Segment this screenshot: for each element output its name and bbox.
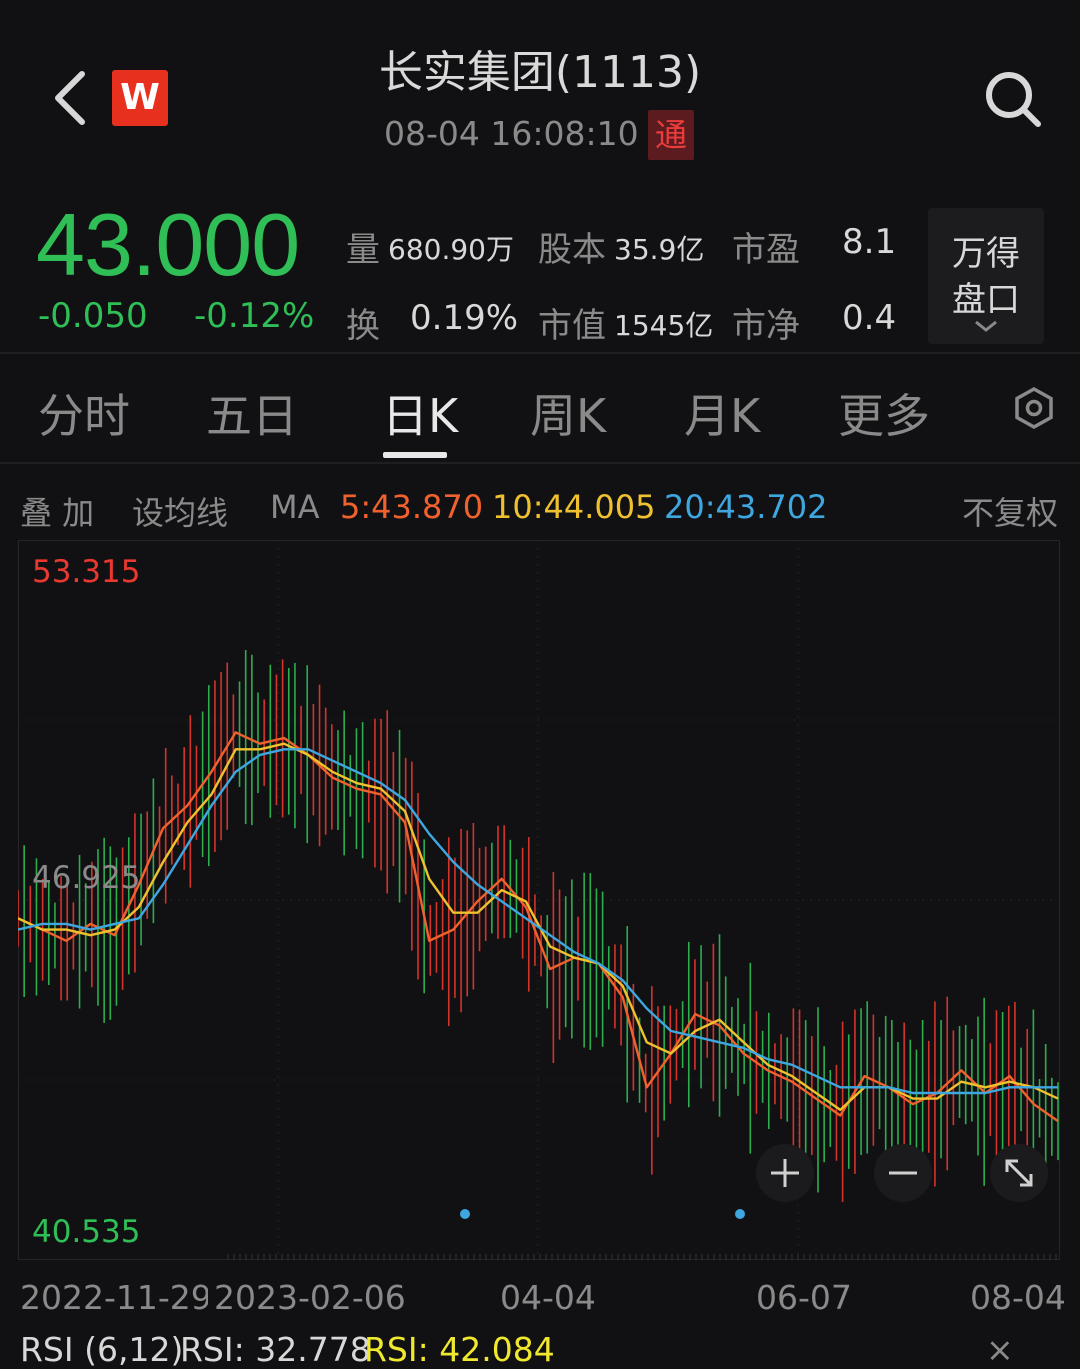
wind-button-line1: 万得 [952,234,1020,274]
close-icon[interactable]: × [986,1330,1014,1369]
ma-label: MA [270,488,320,526]
search-icon[interactable] [982,68,1044,130]
price-change: -0.050 [38,296,148,336]
rsi-label: RSI (6,12) [20,1330,184,1369]
quote-datetime: 08-04 16:08:10 [384,114,639,153]
tab-daily-k[interactable]: 日K [382,380,458,446]
capital-value: 35.9亿 [614,233,705,266]
ma5-value: 5:43.870 [340,488,484,526]
mcap-label: 市值 [538,306,606,346]
pe-label: 市盈 [732,230,800,270]
pb-label: 市净 [732,306,800,346]
rsi2-value: RSI: 42.084 [364,1330,555,1369]
x-label: 2023-02-06 [208,1278,406,1317]
wind-button-line2: 盘口 [952,280,1020,320]
x-label: 08-04 [970,1278,1066,1317]
expand-icon [1005,1159,1033,1187]
rsi1-value: RSI: 32.778 [180,1330,371,1369]
tab-monthly-k[interactable]: 月K [684,380,760,446]
adjust-type-button[interactable]: 不复权 [962,488,1058,534]
pb-value: 0.4 [842,298,897,338]
tab-more[interactable]: 更多 [838,380,930,446]
event-marker[interactable] [460,1209,470,1219]
volume-label: 量 [346,230,380,270]
zoom-out-button[interactable] [874,1144,932,1202]
ma20-value: 20:43.702 [664,488,828,526]
connect-badge: 通 [648,110,694,160]
ma20-line [18,748,1058,1095]
tab-five-day[interactable]: 五日 [206,380,298,446]
tab-weekly-k[interactable]: 周K [530,380,606,446]
overlay-button[interactable]: 叠 加 [20,488,94,534]
last-price: 43.000 [36,195,300,294]
plus-icon [771,1159,799,1187]
active-tab-indicator [383,452,447,458]
divider [0,462,1080,464]
status-bar [0,0,1080,18]
divider [0,352,1080,354]
capital-label: 股本 [538,230,606,270]
pe-value: 8.1 [842,222,897,262]
minus-icon [889,1171,917,1175]
tab-intraday[interactable]: 分时 [38,380,130,446]
ma10-value: 10:44.005 [492,488,656,526]
settings-icon[interactable] [1012,386,1056,430]
zoom-in-button[interactable] [756,1144,814,1202]
ma-lines [18,731,1059,1123]
turnover-value: 0.19% [410,298,519,338]
volume-value: 680.90万 [388,233,514,266]
x-label: 2022-11-29 [20,1278,212,1317]
page-title: 长实集团(1113) [378,47,702,98]
chevron-down-icon [975,320,997,332]
mcap-value: 1545亿 [614,309,714,342]
y-min-label: 40.535 [32,1214,141,1250]
fullscreen-button[interactable] [990,1144,1048,1202]
turnover-label: 换 [346,306,380,346]
y-max-label: 53.315 [32,554,141,590]
x-label: 04-04 [500,1278,596,1317]
event-marker[interactable] [735,1209,745,1219]
y-mid-label: 46.925 [32,860,141,896]
set-ma-button[interactable]: 设均线 [132,488,228,534]
x-label: 06-07 [756,1278,852,1317]
wind-orderbook-button[interactable]: 万得 盘口 [928,208,1044,344]
price-change-pct: -0.12% [194,296,315,336]
